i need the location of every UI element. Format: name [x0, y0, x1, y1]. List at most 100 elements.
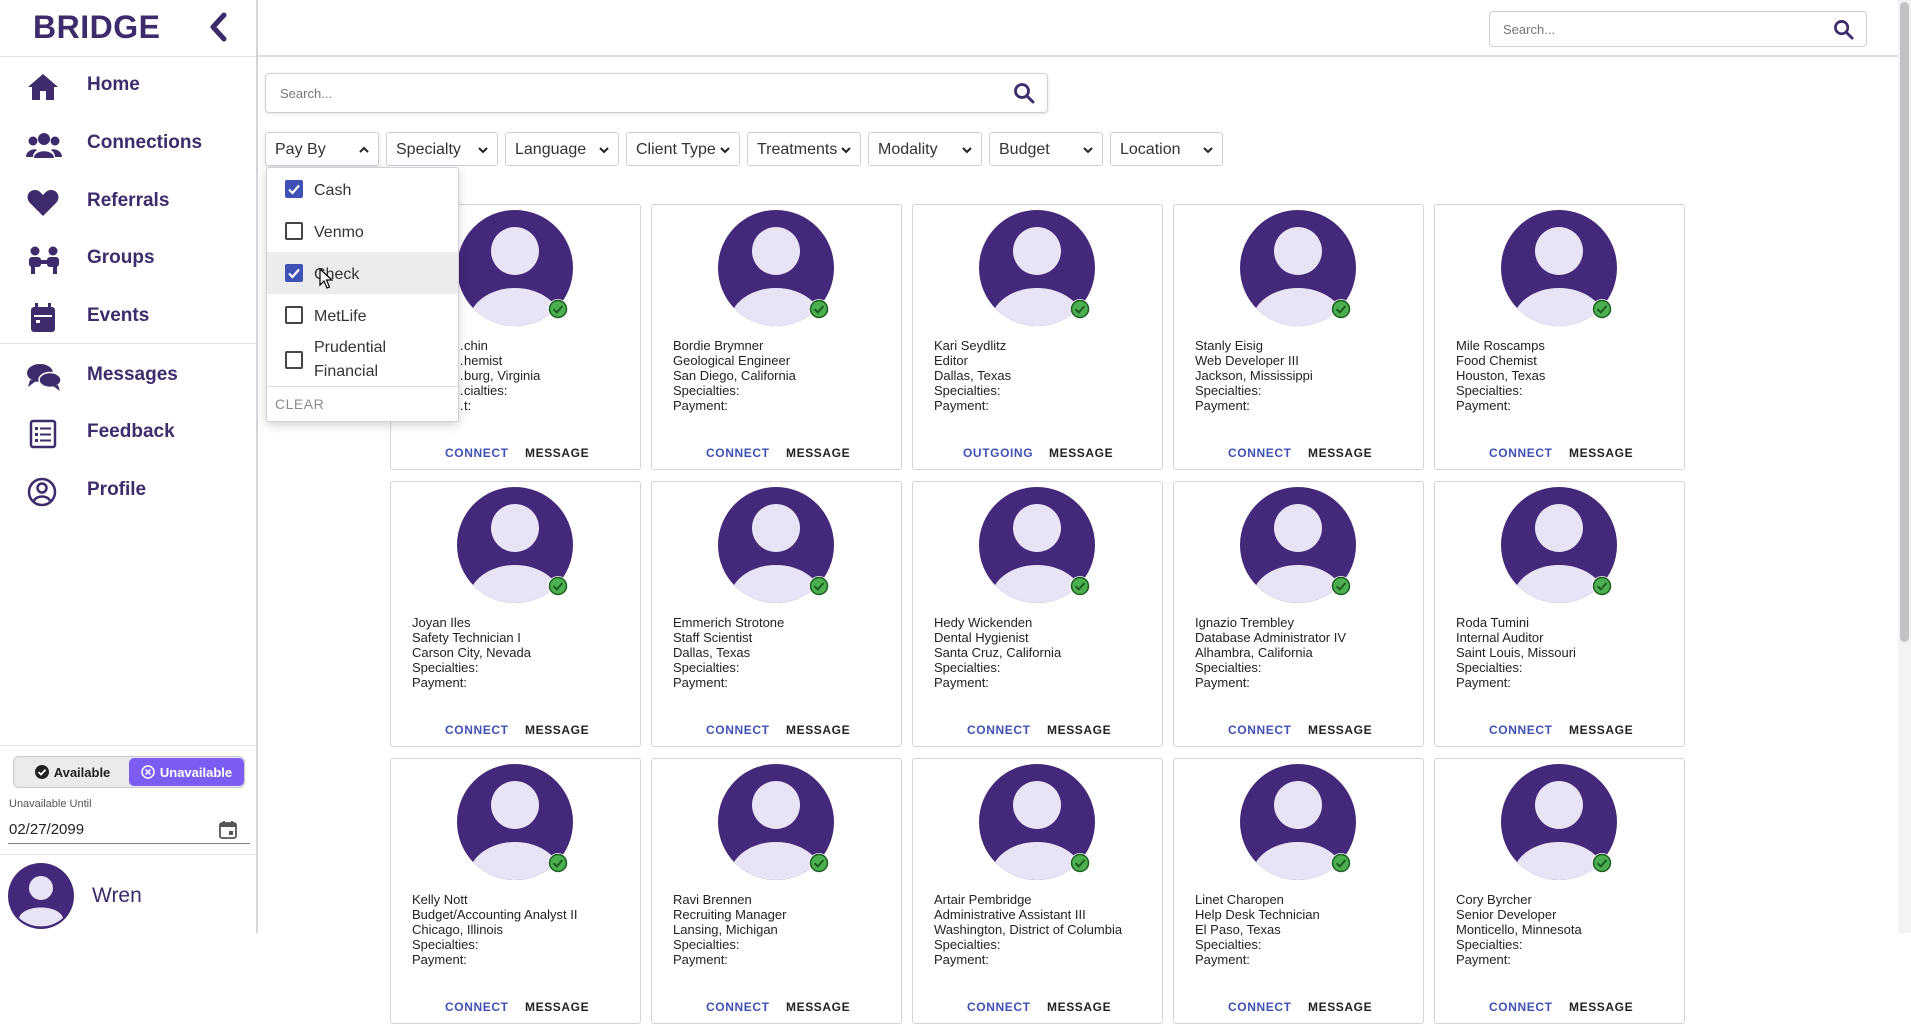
checkbox-checked[interactable] — [285, 180, 303, 198]
message-button[interactable]: MESSAGE — [786, 446, 850, 460]
pay-by-option-prudential[interactable]: Prudential Financial — [267, 336, 458, 384]
filter-language[interactable]: Language — [505, 132, 619, 166]
pay-by-option-venmo[interactable]: Venmo — [267, 210, 458, 252]
pay-by-option-cash[interactable]: Cash — [267, 168, 458, 210]
message-button[interactable]: MESSAGE — [1569, 723, 1633, 737]
provider-card[interactable]: Cory Byrcher Senior Developer Monticello… — [1434, 758, 1685, 1024]
available-button[interactable]: Available — [16, 758, 129, 786]
provider-card[interactable]: Mile Roscamps Food Chemist Houston, Texa… — [1434, 204, 1685, 470]
unavailable-until-field[interactable]: 02/27/2099 — [8, 814, 250, 844]
connect-button[interactable]: CONNECT — [1228, 446, 1292, 460]
checkbox[interactable] — [285, 306, 303, 324]
provider-search-input[interactable]: Search... — [265, 73, 1048, 113]
provider-card[interactable]: Linet Charopen Help Desk Technician El P… — [1173, 758, 1424, 1024]
current-user[interactable]: Wren — [0, 854, 256, 934]
message-button[interactable]: MESSAGE — [1308, 446, 1372, 460]
connect-button[interactable]: CONNECT — [445, 723, 509, 737]
brand-logo[interactable]: BRIDGE — [33, 9, 160, 46]
provider-location: Dallas, Texas — [673, 645, 751, 660]
provider-card[interactable]: Kari Seydlitz Editor Dallas, Texas Speci… — [912, 204, 1163, 470]
connect-button[interactable]: CONNECT — [706, 1000, 770, 1014]
avatar — [718, 764, 834, 880]
sidebar-item-connections[interactable]: Connections — [0, 118, 256, 170]
provider-card[interactable]: Ignazio Trembley Database Administrator … — [1173, 481, 1424, 747]
filter-pay-by[interactable]: Pay By — [265, 132, 379, 166]
checkbox[interactable] — [285, 222, 303, 240]
connect-button[interactable]: CONNECT — [967, 1000, 1031, 1014]
message-button[interactable]: MESSAGE — [786, 1000, 850, 1014]
message-button[interactable]: MESSAGE — [1569, 1000, 1633, 1014]
provider-card[interactable]: Bordie Brymner Geological Engineer San D… — [651, 204, 902, 470]
sidebar-item-messages[interactable]: Messages — [0, 350, 256, 402]
provider-payment: Payment: — [934, 398, 989, 413]
provider-card[interactable]: Joyan Iles Safety Technician I Carson Ci… — [390, 481, 641, 747]
connect-button[interactable]: CONNECT — [706, 446, 770, 460]
filter-modality[interactable]: Modality — [868, 132, 982, 166]
pay-by-option-metlife[interactable]: MetLife — [267, 294, 458, 336]
filter-specialty[interactable]: Specialty — [386, 132, 498, 166]
sidebar-item-events[interactable]: Events — [0, 291, 256, 343]
calendar-picker-icon[interactable] — [218, 820, 238, 840]
search-icon[interactable] — [1013, 82, 1035, 104]
provider-payment: Payment: — [673, 952, 728, 967]
message-button[interactable]: MESSAGE — [1308, 1000, 1372, 1014]
provider-specialties: Specialties: — [673, 383, 740, 398]
filter-budget[interactable]: Budget — [989, 132, 1103, 166]
message-button[interactable]: MESSAGE — [1308, 723, 1372, 737]
provider-card[interactable]: Roda Tumini Internal Auditor Saint Louis… — [1434, 481, 1685, 747]
provider-card[interactable]: Artair Pembridge Administrative Assistan… — [912, 758, 1163, 1024]
filter-location[interactable]: Location — [1110, 132, 1223, 166]
scrollbar-thumb[interactable] — [1900, 2, 1909, 642]
provider-location: Chicago, Illinois — [412, 922, 504, 937]
message-button[interactable]: MESSAGE — [1047, 1000, 1111, 1014]
connect-button[interactable]: CONNECT — [706, 723, 770, 737]
connect-button[interactable]: CONNECT — [445, 1000, 509, 1014]
sidebar-item-referrals[interactable]: Referrals — [0, 176, 256, 228]
connect-button[interactable]: CONNECT — [445, 446, 509, 460]
connect-button[interactable]: CONNECT — [1228, 723, 1292, 737]
collapse-sidebar-button[interactable] — [204, 12, 234, 42]
provider-card[interactable]: Ravi Brennen Recruiting Manager Lansing,… — [651, 758, 902, 1024]
page-scrollbar[interactable] — [1898, 0, 1911, 933]
sidebar-item-home[interactable]: Home — [0, 60, 256, 112]
global-search-input[interactable]: Search... — [1489, 11, 1867, 47]
sidebar-item-feedback[interactable]: Feedback — [0, 407, 256, 459]
connect-button[interactable]: CONNECT — [1228, 1000, 1292, 1014]
outgoing-request-button[interactable]: OUTGOING — [963, 446, 1033, 460]
online-status-icon — [809, 576, 829, 596]
provider-card[interactable]: Stanly Eisig Web Developer III Jackson, … — [1173, 204, 1424, 470]
message-button[interactable]: MESSAGE — [525, 723, 589, 737]
pay-by-option-check[interactable]: Check — [267, 252, 458, 294]
online-status-icon — [548, 576, 568, 596]
clear-filter-button[interactable]: CLEAR — [275, 396, 324, 412]
card-actions: CONNECT MESSAGE — [1174, 446, 1425, 466]
chevron-down-icon — [1083, 147, 1093, 154]
connect-button[interactable]: CONNECT — [1489, 1000, 1553, 1014]
filter-treatments[interactable]: Treatments — [747, 132, 861, 166]
provider-card[interactable]: Kelly Nott Budget/Accounting Analyst II … — [390, 758, 641, 1024]
provider-info: Roda Tumini Internal Auditor Saint Louis… — [1456, 615, 1576, 690]
message-button[interactable]: MESSAGE — [1047, 723, 1111, 737]
search-icon[interactable] — [1833, 19, 1854, 40]
card-actions: CONNECT MESSAGE — [652, 446, 903, 466]
connect-button[interactable]: CONNECT — [967, 723, 1031, 737]
availability-panel: Available Unavailable Unavailable Until … — [0, 745, 256, 933]
message-button[interactable]: MESSAGE — [525, 446, 589, 460]
message-button[interactable]: MESSAGE — [786, 723, 850, 737]
message-button[interactable]: MESSAGE — [525, 1000, 589, 1014]
message-button[interactable]: MESSAGE — [1569, 446, 1633, 460]
filter-label: Pay By — [275, 141, 326, 158]
checkbox[interactable] — [285, 351, 303, 369]
filter-client-type[interactable]: Client Type — [626, 132, 740, 166]
sidebar-item-profile[interactable]: Profile — [0, 465, 256, 517]
online-status-icon — [1331, 576, 1351, 596]
checkbox-checked[interactable] — [285, 264, 303, 282]
provider-card[interactable]: Hedy Wickenden Dental Hygienist Santa Cr… — [912, 481, 1163, 747]
unavailable-button[interactable]: Unavailable — [129, 758, 244, 786]
sidebar-item-groups[interactable]: Groups — [0, 233, 256, 285]
message-button[interactable]: MESSAGE — [1049, 446, 1113, 460]
connect-button[interactable]: CONNECT — [1489, 723, 1553, 737]
connect-button[interactable]: CONNECT — [1489, 446, 1553, 460]
checkmark-icon — [288, 184, 300, 195]
provider-card[interactable]: Emmerich Strotone Staff Scientist Dallas… — [651, 481, 902, 747]
